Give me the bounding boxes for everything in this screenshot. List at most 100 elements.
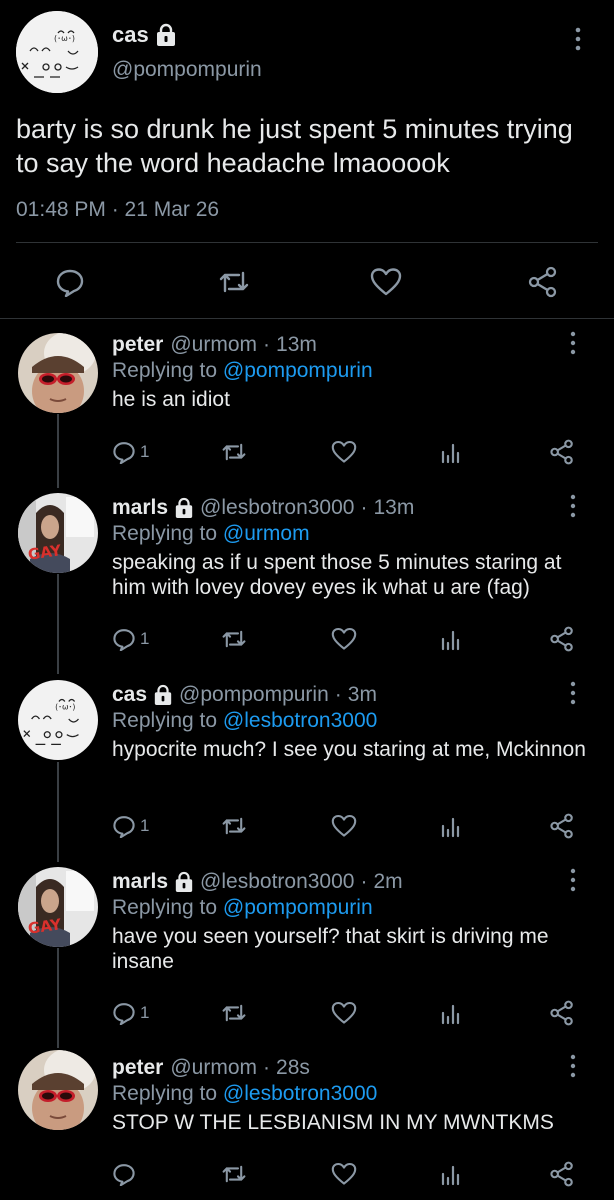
- more-vertical-icon[interactable]: [568, 24, 588, 54]
- share-icon: [550, 1000, 573, 1026]
- display-name[interactable]: cas: [112, 683, 147, 707]
- share-icon: [550, 439, 573, 465]
- share-button[interactable]: [549, 437, 575, 467]
- avatar-marls[interactable]: GAY: [18, 867, 98, 947]
- more-vertical-icon[interactable]: [570, 494, 576, 518]
- divider: [0, 318, 614, 319]
- display-name[interactable]: cas: [112, 22, 177, 48]
- display-name[interactable]: peter: [112, 333, 163, 357]
- views-button[interactable]: [440, 811, 462, 841]
- replying-to: Replying to @lesbotron3000: [112, 1082, 377, 1106]
- tweet-text: barty is so drunk he just spent 5 minute…: [16, 114, 573, 178]
- like-button[interactable]: [331, 437, 357, 467]
- retweet-icon[interactable]: [214, 262, 254, 302]
- replying-to-link[interactable]: @urmom: [223, 522, 310, 545]
- handle[interactable]: @pompompurin: [179, 683, 329, 707]
- reply-actions: 1: [0, 998, 614, 1028]
- reply-icon: [113, 629, 135, 651]
- heart-icon[interactable]: [366, 262, 406, 302]
- share-icon[interactable]: [523, 262, 563, 302]
- display-name[interactable]: marls: [112, 870, 168, 894]
- reply-count: 1: [140, 442, 150, 461]
- retweet-button[interactable]: [220, 624, 248, 654]
- reply-actions: 1: [0, 811, 614, 841]
- share-icon: [550, 626, 573, 652]
- like-button[interactable]: [331, 998, 357, 1028]
- retweet-icon: [222, 817, 246, 835]
- replying-to-label: Replying to: [112, 522, 223, 545]
- views-button[interactable]: [440, 998, 462, 1028]
- replying-to-link[interactable]: @lesbotron3000: [223, 1082, 377, 1105]
- avatar[interactable]: (･ω･): [16, 11, 98, 93]
- reply-timestamp[interactable]: 3m: [348, 683, 377, 707]
- reply-button[interactable]: 1: [112, 437, 149, 467]
- reply-button[interactable]: [112, 1159, 140, 1189]
- share-button[interactable]: [549, 624, 575, 654]
- more-vertical-icon[interactable]: [570, 331, 576, 355]
- views-button[interactable]: [440, 437, 462, 467]
- reply-text: have you seen yourself? that skirt is dr…: [112, 925, 549, 973]
- reply-timestamp[interactable]: 13m: [373, 496, 414, 520]
- handle[interactable]: @lesbotron3000: [200, 496, 354, 520]
- reply-text: STOP W THE LESBIANISM IN MY MWNTKMS: [112, 1111, 554, 1134]
- retweet-icon: [222, 1004, 246, 1022]
- views-button[interactable]: [440, 624, 462, 654]
- retweet-button[interactable]: [220, 998, 248, 1028]
- retweet-button[interactable]: [220, 437, 248, 467]
- reply-timestamp[interactable]: 28s: [276, 1056, 310, 1080]
- reply-button[interactable]: 1: [112, 811, 149, 841]
- retweet-icon: [222, 1165, 246, 1183]
- reply-header: marls @lesbotron3000 · 2m: [112, 870, 403, 894]
- lock-icon: [155, 23, 177, 47]
- heart-icon: [331, 440, 357, 463]
- retweet-button[interactable]: [220, 1159, 248, 1189]
- views-button[interactable]: [440, 1159, 462, 1189]
- avatar-marls[interactable]: GAY: [18, 493, 98, 573]
- display-name-text[interactable]: cas: [112, 22, 149, 48]
- like-button[interactable]: [331, 624, 357, 654]
- more-vertical-icon[interactable]: [570, 681, 576, 705]
- replying-to-link[interactable]: @pompompurin: [223, 359, 373, 382]
- handle[interactable]: @urmom: [170, 1056, 257, 1080]
- display-name[interactable]: peter: [112, 1056, 163, 1080]
- reply-header: peter @urmom · 28s: [112, 1056, 310, 1080]
- handle[interactable]: @pompompurin: [112, 58, 262, 82]
- tweet-timestamp[interactable]: 01:48 PM · 21 Mar 26: [16, 198, 219, 222]
- replying-to-link[interactable]: @pompompurin: [223, 896, 373, 919]
- reply-icon: [113, 816, 135, 838]
- retweet-button[interactable]: [220, 811, 248, 841]
- views-icon: [441, 817, 460, 838]
- more-vertical-icon[interactable]: [570, 868, 576, 892]
- share-button[interactable]: [549, 811, 575, 841]
- replying-to: Replying to @urmom: [112, 522, 310, 546]
- replying-to: Replying to @pompompurin: [112, 359, 373, 383]
- share-button[interactable]: [549, 1159, 575, 1189]
- reply-icon: [113, 1164, 135, 1186]
- reply-text: speaking as if u spent those 5 minutes s…: [112, 551, 562, 599]
- display-name[interactable]: marls: [112, 496, 168, 520]
- reply-header: marls @lesbotron3000 · 13m: [112, 496, 414, 520]
- share-button[interactable]: [549, 998, 575, 1028]
- replying-to-link[interactable]: @lesbotron3000: [223, 709, 377, 732]
- reply-button[interactable]: 1: [112, 624, 149, 654]
- views-icon: [441, 1165, 460, 1186]
- reply-header: peter @urmom · 13m: [112, 333, 317, 357]
- handle[interactable]: @urmom: [170, 333, 257, 357]
- avatar-cas[interactable]: (･ω･): [18, 680, 98, 760]
- replying-to-label: Replying to: [112, 1082, 223, 1105]
- avatar-peter[interactable]: [18, 1050, 98, 1130]
- svg-text:(･ω･): (･ω･): [54, 34, 75, 43]
- reply-timestamp[interactable]: 2m: [373, 870, 402, 894]
- like-button[interactable]: [331, 1159, 357, 1189]
- reply-header: cas @pompompurin · 3m: [112, 683, 377, 707]
- replying-to-label: Replying to: [112, 896, 223, 919]
- handle[interactable]: @lesbotron3000: [200, 870, 354, 894]
- reply-icon[interactable]: [50, 262, 90, 302]
- separator-dot: ·: [263, 1056, 271, 1079]
- replying-to-label: Replying to: [112, 359, 223, 382]
- reply-button[interactable]: 1: [112, 998, 149, 1028]
- like-button[interactable]: [331, 811, 357, 841]
- reply-timestamp[interactable]: 13m: [276, 333, 317, 357]
- avatar-peter[interactable]: [18, 333, 98, 413]
- more-vertical-icon[interactable]: [570, 1054, 576, 1078]
